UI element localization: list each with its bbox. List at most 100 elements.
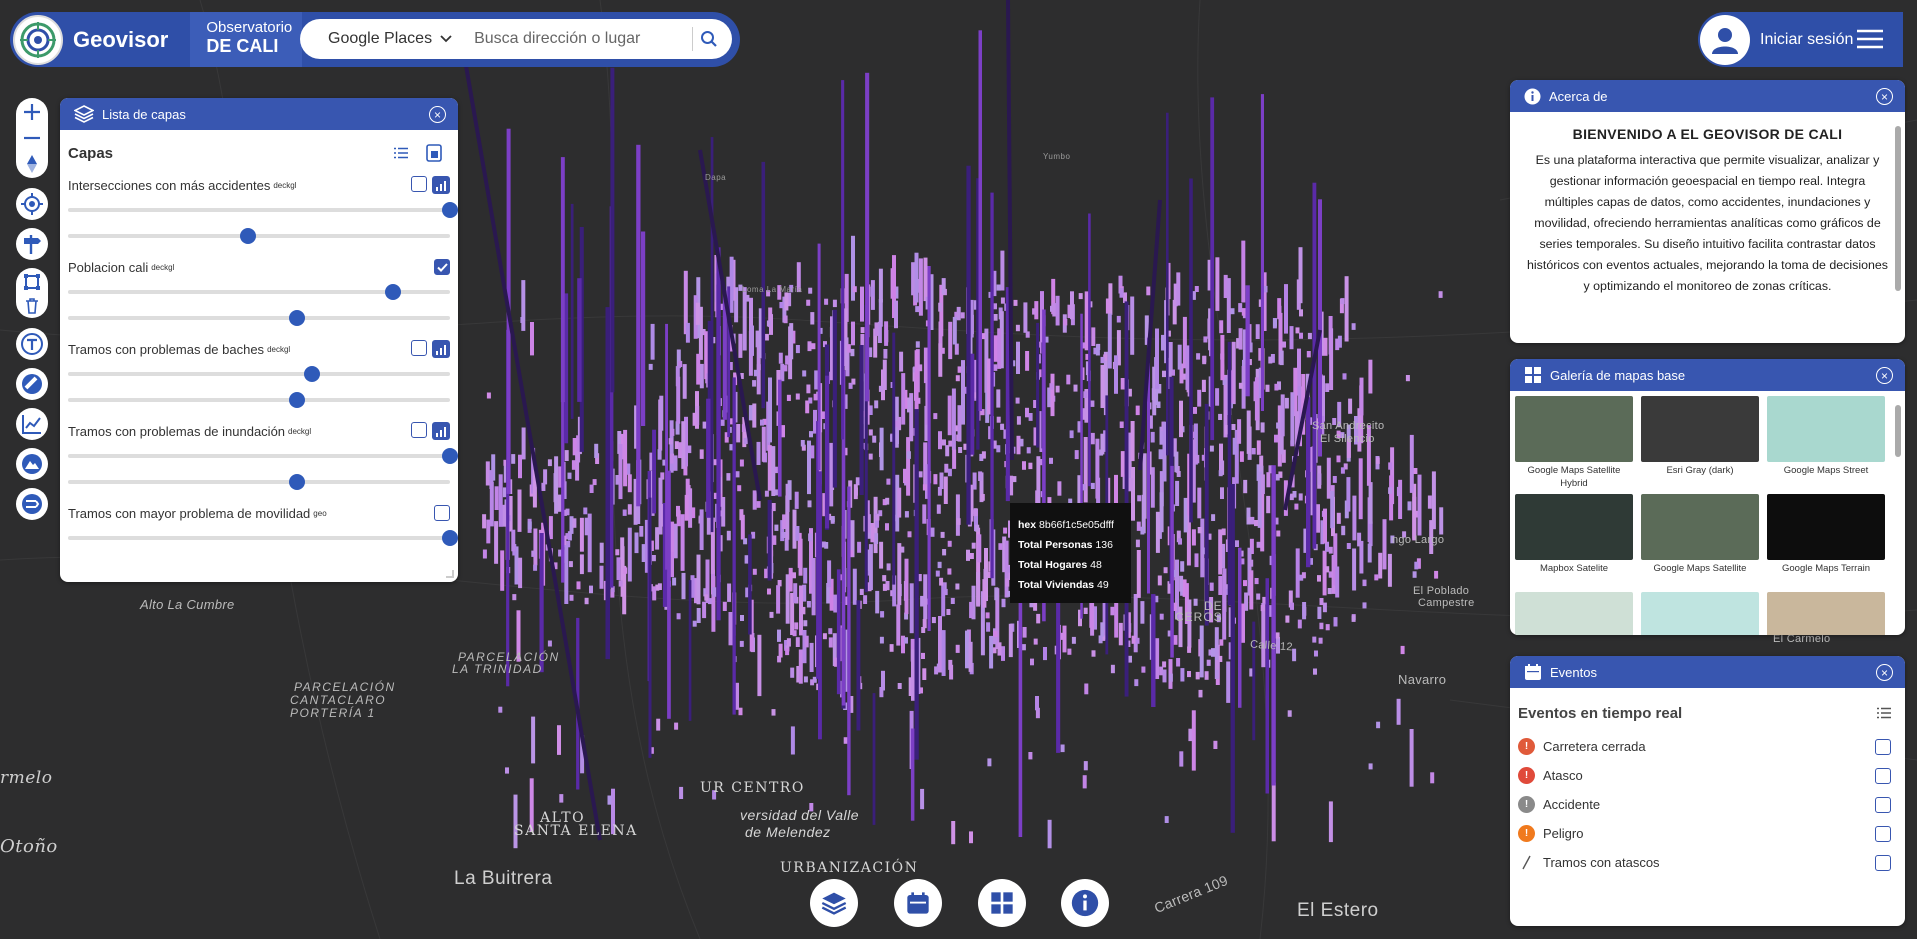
population-bar[interactable]	[1164, 816, 1169, 823]
population-bar[interactable]	[833, 594, 838, 613]
population-bar[interactable]	[848, 382, 853, 389]
population-bar[interactable]	[696, 554, 701, 605]
population-bar[interactable]	[1090, 432, 1095, 445]
population-bar[interactable]	[804, 635, 809, 648]
population-bar[interactable]	[793, 583, 798, 603]
population-bar[interactable]	[965, 630, 969, 669]
population-bar[interactable]	[1050, 373, 1055, 417]
population-bar[interactable]	[788, 567, 793, 592]
population-bar[interactable]	[852, 286, 857, 293]
population-bar[interactable]	[498, 474, 503, 527]
population-bar[interactable]	[750, 325, 754, 356]
population-bar[interactable]	[843, 737, 848, 744]
population-bar[interactable]	[1412, 571, 1417, 578]
population-bar[interactable]	[1398, 479, 1403, 519]
population-bar[interactable]	[1083, 391, 1088, 398]
population-bar[interactable]	[1368, 763, 1373, 770]
population-bar[interactable]	[1005, 578, 1010, 587]
population-bar[interactable]	[729, 256, 734, 313]
population-bar[interactable]	[1323, 337, 1328, 356]
search-button[interactable]	[692, 27, 718, 51]
population-bar[interactable]	[899, 351, 904, 372]
population-bar[interactable]	[498, 706, 503, 713]
population-bar[interactable]	[1219, 320, 1224, 334]
population-bar[interactable]	[1026, 447, 1031, 454]
gallery-toggle-button[interactable]	[978, 879, 1026, 927]
population-bar[interactable]	[1275, 632, 1280, 639]
population-bar[interactable]	[915, 341, 920, 348]
population-bar[interactable]	[922, 484, 927, 491]
population-bar[interactable]	[726, 530, 731, 541]
population-bar[interactable]	[756, 501, 761, 508]
population-bar[interactable]	[855, 477, 860, 486]
population-bar[interactable]	[627, 527, 632, 582]
population-bar[interactable]	[889, 644, 894, 652]
population-bar[interactable]	[1000, 250, 1005, 291]
population-bar[interactable]	[811, 343, 816, 350]
population-bar[interactable]	[923, 257, 928, 302]
population-bar[interactable]	[505, 767, 509, 774]
population-bar[interactable]	[896, 604, 901, 646]
population-bar[interactable]	[1275, 474, 1280, 481]
population-bar[interactable]	[1069, 430, 1074, 439]
population-bar[interactable]	[736, 424, 741, 443]
population-bar[interactable]	[1141, 666, 1146, 673]
population-bar[interactable]	[1317, 575, 1321, 582]
population-spike[interactable]	[641, 231, 646, 427]
population-bar[interactable]	[968, 641, 973, 672]
population-bar[interactable]	[1243, 580, 1247, 587]
layer-opacity-slider[interactable]	[68, 360, 450, 386]
population-bar[interactable]	[882, 359, 887, 390]
population-bar[interactable]	[1239, 451, 1244, 462]
population-bar[interactable]	[996, 284, 1001, 291]
population-bar[interactable]	[1177, 344, 1182, 370]
population-bar[interactable]	[1298, 493, 1303, 501]
population-bar[interactable]	[1388, 487, 1393, 494]
population-bar[interactable]	[920, 788, 925, 810]
population-bar[interactable]	[966, 549, 970, 561]
population-bar[interactable]	[795, 345, 800, 354]
population-bar[interactable]	[883, 349, 888, 359]
population-bar[interactable]	[1346, 543, 1351, 549]
population-bar[interactable]	[956, 518, 961, 525]
population-bar[interactable]	[767, 588, 771, 595]
population-bar[interactable]	[810, 679, 815, 686]
resize-handle[interactable]	[446, 570, 454, 578]
population-bar[interactable]	[1325, 566, 1330, 573]
population-bar[interactable]	[1036, 613, 1041, 624]
population-bar[interactable]	[648, 363, 653, 370]
population-bar[interactable]	[1342, 373, 1347, 380]
population-bar[interactable]	[1389, 475, 1394, 521]
population-bar[interactable]	[879, 427, 884, 471]
population-bar[interactable]	[1274, 383, 1279, 391]
population-bar[interactable]	[950, 597, 955, 604]
basemap-thumbnail[interactable]	[1767, 396, 1885, 462]
slider-thumb[interactable]	[442, 448, 458, 464]
population-bar[interactable]	[777, 629, 781, 642]
population-bar[interactable]	[1317, 606, 1322, 619]
population-bar[interactable]	[1073, 384, 1078, 392]
population-bar[interactable]	[969, 601, 974, 619]
search-input[interactable]	[474, 30, 675, 48]
population-bar[interactable]	[1049, 383, 1054, 390]
population-bar[interactable]	[943, 476, 948, 505]
population-bar[interactable]	[1387, 553, 1392, 587]
population-bar[interactable]	[1209, 445, 1214, 452]
population-bar[interactable]	[674, 722, 679, 730]
population-bar[interactable]	[923, 574, 928, 620]
population-bar[interactable]	[489, 482, 494, 527]
population-bar[interactable]	[803, 676, 808, 683]
layer-chart-icon[interactable]	[432, 422, 450, 440]
population-bar[interactable]	[1090, 400, 1095, 407]
population-bar[interactable]	[795, 637, 800, 647]
population-bar[interactable]	[1333, 617, 1338, 627]
population-bar[interactable]	[1298, 247, 1303, 304]
population-bar[interactable]	[1183, 497, 1188, 533]
population-bar[interactable]	[533, 564, 538, 571]
population-bar[interactable]	[557, 725, 561, 755]
population-bar[interactable]	[1340, 298, 1345, 305]
population-bar[interactable]	[543, 469, 548, 485]
login-area[interactable]: Iniciar sesión	[1698, 12, 1903, 67]
population-bar[interactable]	[981, 451, 986, 459]
population-bar[interactable]	[1280, 394, 1285, 437]
